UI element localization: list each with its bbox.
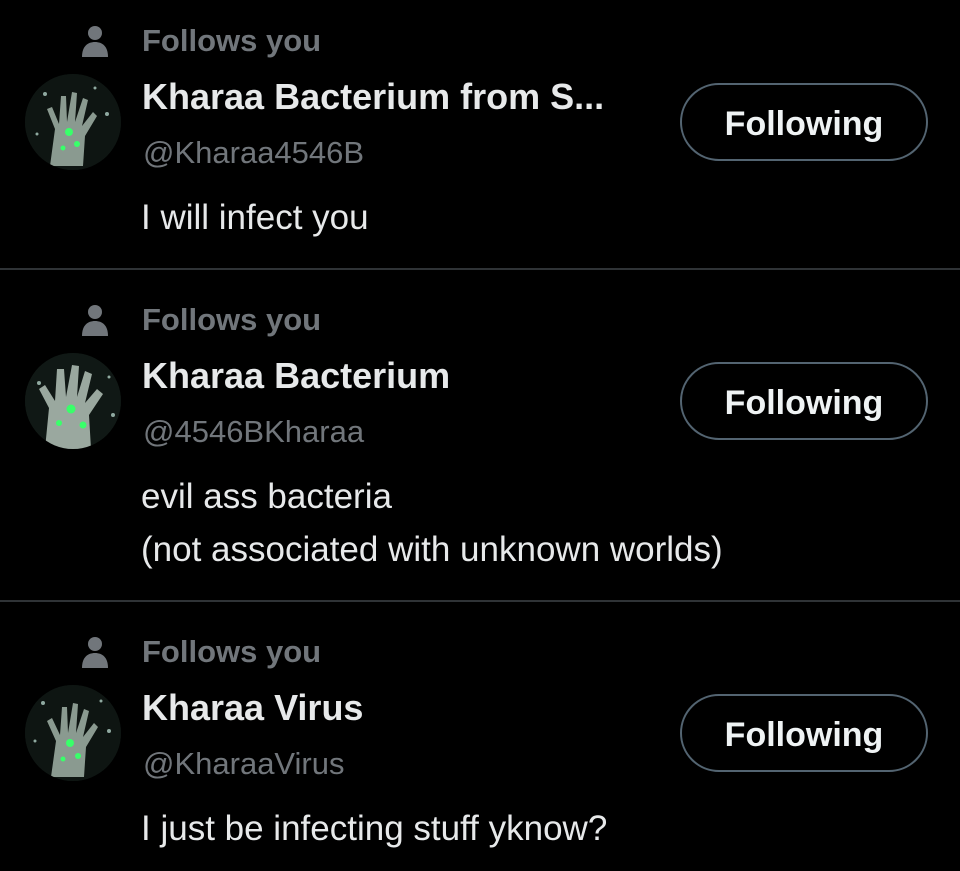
user-bio-line: I will infect you bbox=[141, 198, 369, 237]
user-bio-line: I just be infecting stuff yknow? bbox=[141, 809, 608, 848]
user-handle[interactable]: @KharaaVirus bbox=[143, 744, 345, 784]
display-name[interactable]: Kharaa Bacterium bbox=[142, 354, 450, 398]
user-bio-line: (not associated with unknown worlds) bbox=[141, 530, 723, 569]
display-name[interactable]: Kharaa Virus bbox=[142, 686, 363, 730]
user-bio-line: evil ass bacteria bbox=[141, 477, 392, 516]
follows-you-row: Follows you bbox=[80, 632, 321, 672]
following-button[interactable]: Following bbox=[680, 362, 928, 440]
follows-you-row: Follows you bbox=[80, 21, 321, 61]
person-icon bbox=[80, 24, 110, 58]
following-button[interactable]: Following bbox=[680, 694, 928, 772]
user-cell[interactable]: Follows you Kharaa Bacterium @4546BKhara… bbox=[0, 270, 960, 600]
avatar[interactable] bbox=[25, 353, 121, 449]
following-button[interactable]: Following bbox=[680, 83, 928, 161]
display-name[interactable]: Kharaa Bacterium from S... bbox=[142, 75, 604, 119]
user-cell[interactable]: Follows you Kharaa Virus @KharaaVirus Fo… bbox=[0, 602, 960, 871]
user-handle[interactable]: @4546BKharaa bbox=[143, 412, 364, 452]
follows-you-label: Follows you bbox=[142, 634, 322, 669]
person-icon bbox=[80, 303, 110, 337]
person-icon bbox=[80, 635, 110, 669]
avatar[interactable] bbox=[25, 74, 121, 170]
user-cell[interactable]: Follows you Kharaa Bacterium from S... @… bbox=[0, 0, 960, 268]
follows-you-label: Follows you bbox=[142, 23, 322, 58]
avatar[interactable] bbox=[25, 685, 121, 781]
user-handle[interactable]: @Kharaa4546B bbox=[143, 133, 364, 173]
follows-you-row: Follows you bbox=[80, 300, 321, 340]
follows-you-label: Follows you bbox=[142, 302, 322, 337]
